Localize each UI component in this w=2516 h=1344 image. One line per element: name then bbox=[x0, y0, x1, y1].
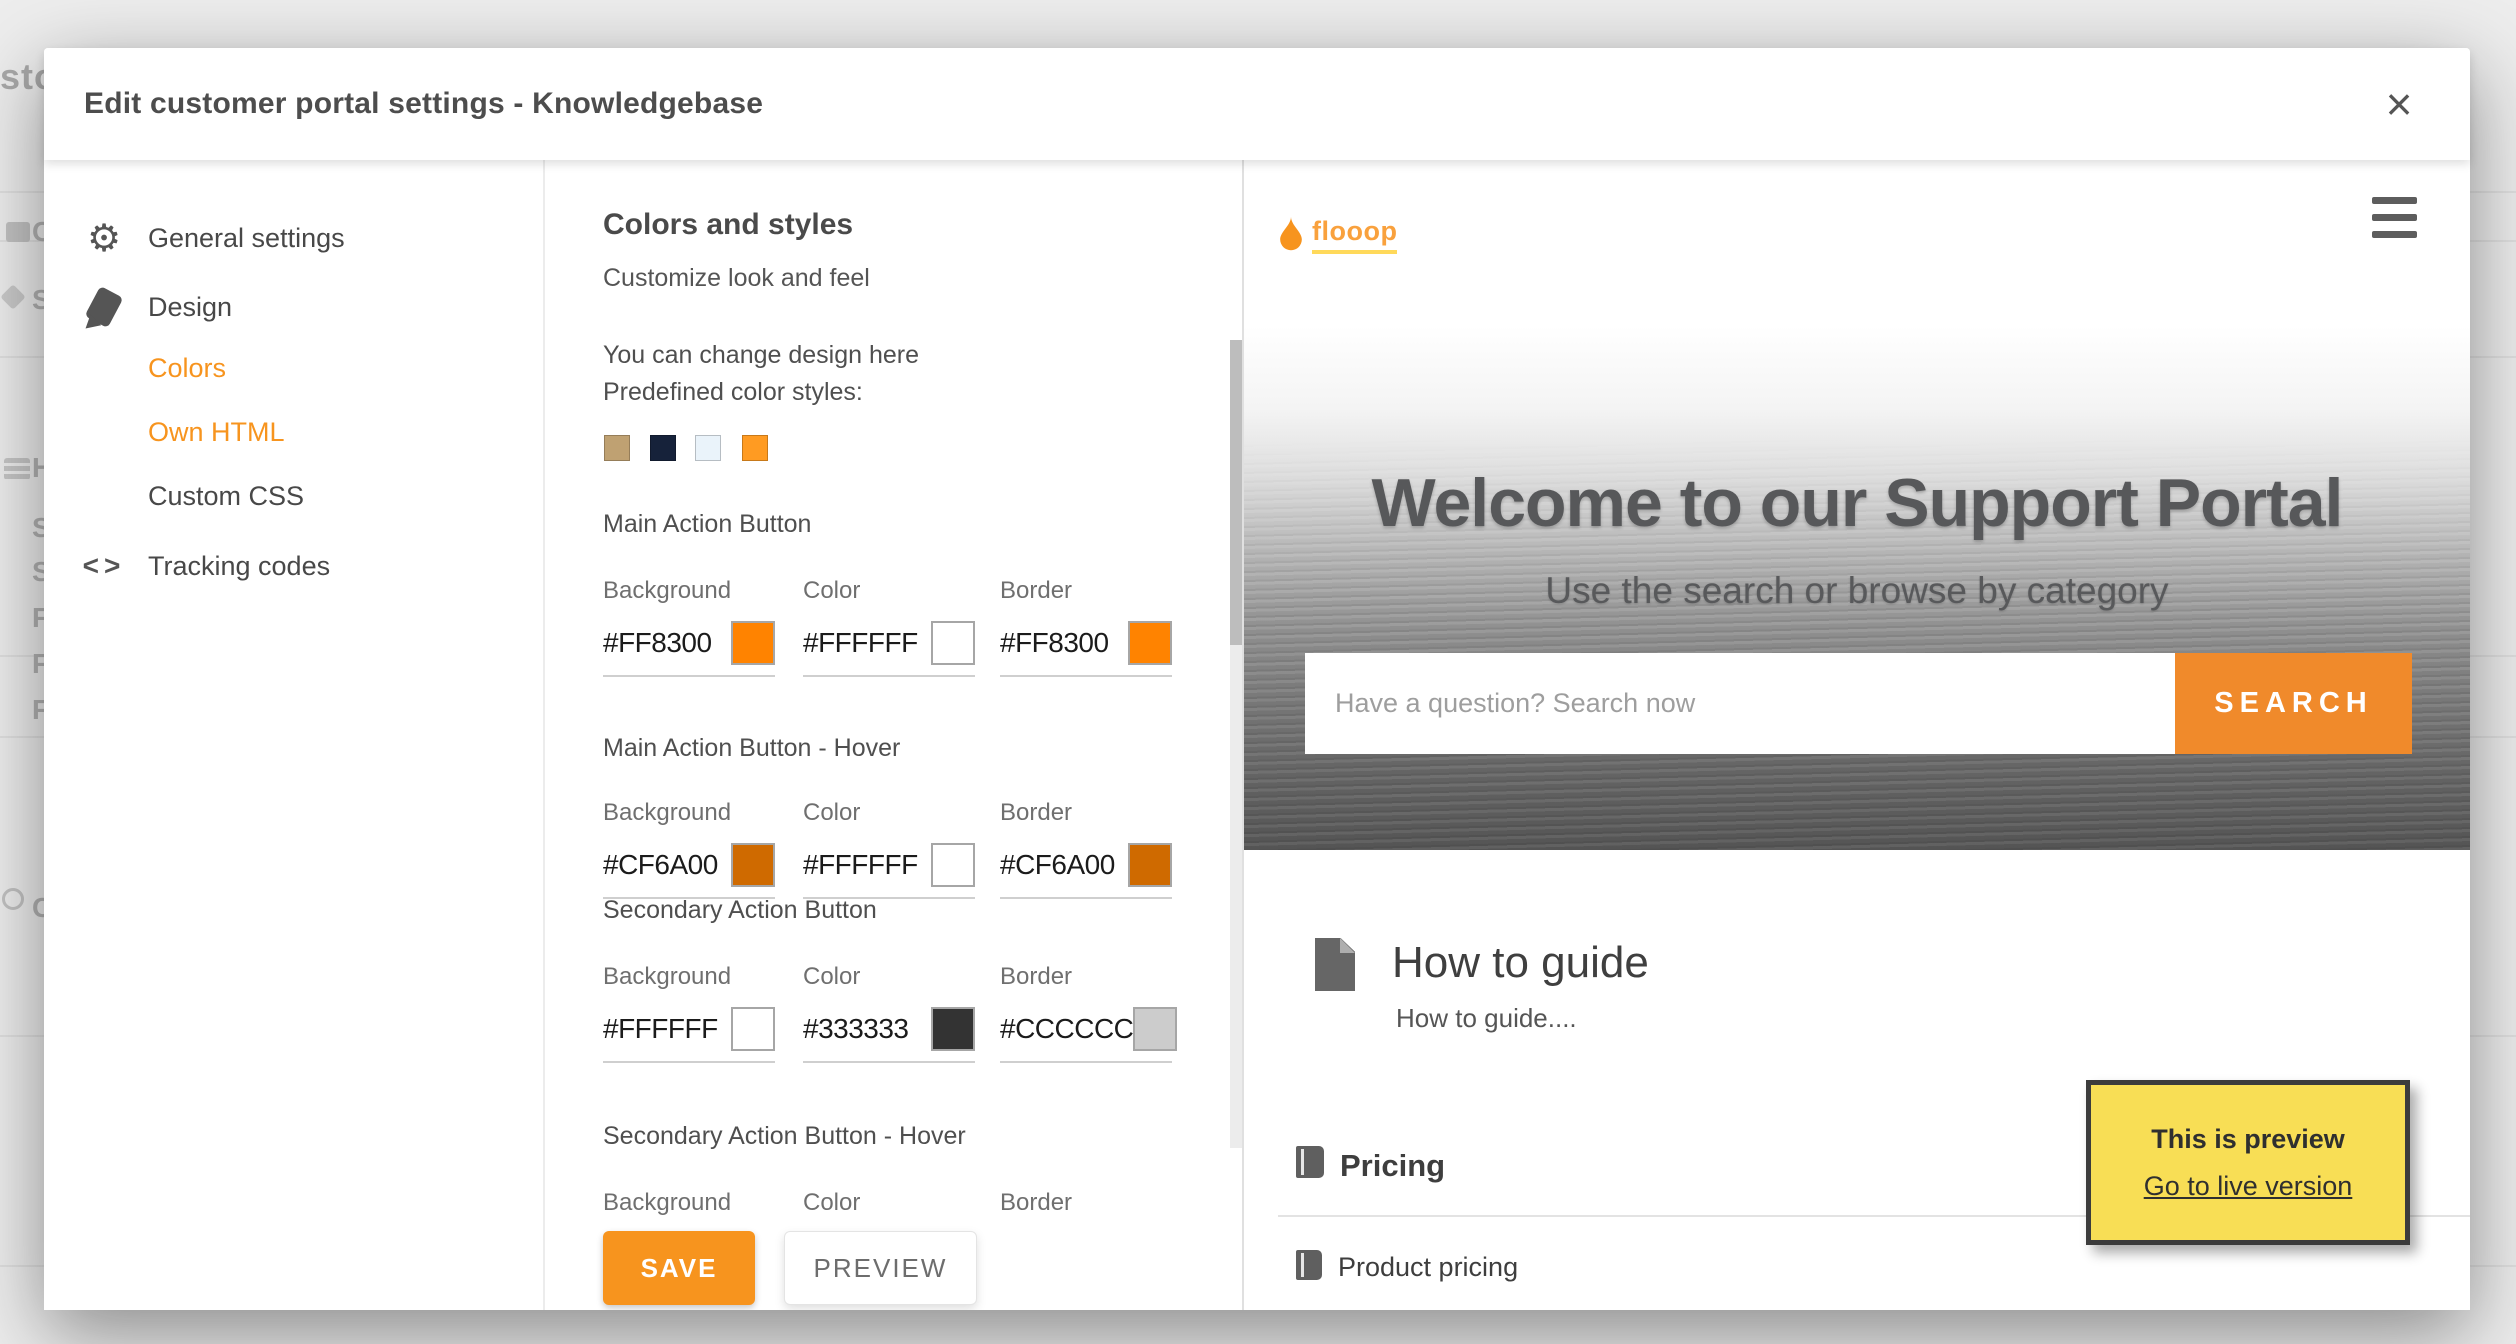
color-field-border[interactable]: Border #CCCCCC bbox=[1000, 963, 1178, 1063]
color-swatch[interactable] bbox=[731, 1006, 775, 1051]
section-title: Main Action Button - Hover bbox=[603, 734, 901, 762]
hex-value-input[interactable]: #FF8300 bbox=[603, 627, 712, 659]
section-title: Secondary Action Button - Hover bbox=[603, 1122, 966, 1150]
go-to-live-version-link[interactable]: Go to live version bbox=[2144, 1171, 2353, 1202]
color-swatch[interactable] bbox=[931, 620, 975, 665]
sidebar-item-design[interactable]: Design bbox=[44, 281, 543, 333]
section-title: Main Action Button bbox=[603, 510, 812, 538]
book-icon bbox=[1296, 1146, 1324, 1178]
sidebar-item-colors[interactable]: Colors bbox=[44, 342, 543, 394]
search-bar: SEARCH bbox=[1305, 653, 2412, 754]
close-icon[interactable]: × bbox=[2364, 48, 2434, 160]
hex-value-input[interactable]: #CCCCCC bbox=[1000, 1013, 1134, 1045]
search-button[interactable]: SEARCH bbox=[2175, 653, 2412, 754]
color-swatch[interactable] bbox=[1133, 1006, 1178, 1051]
hex-value-input[interactable]: #FF8300 bbox=[1000, 627, 1109, 659]
preview-note-title: This is preview bbox=[2151, 1123, 2345, 1154]
color-swatch[interactable] bbox=[731, 842, 775, 887]
dialog-title: Edit customer portal settings - Knowledg… bbox=[84, 87, 764, 120]
search-input[interactable] bbox=[1305, 653, 2175, 754]
hex-value-input[interactable]: #FFFFFF bbox=[803, 627, 918, 659]
category-pricing[interactable]: Pricing bbox=[1340, 1148, 1445, 1184]
predefined-style-swatch[interactable] bbox=[650, 435, 676, 461]
screen: stor C S H S S F F F C Edit customer por… bbox=[0, 0, 2516, 1344]
color-field-color[interactable]: Color #333333 bbox=[803, 963, 975, 1063]
backdrop-icon bbox=[4, 458, 30, 480]
hero-subtitle: Use the search or browse by category bbox=[1545, 570, 2169, 611]
code-icon: <> bbox=[82, 550, 126, 581]
hex-value-input[interactable]: #CF6A00 bbox=[603, 849, 718, 881]
sidebar-item-label: Own HTML bbox=[148, 416, 285, 447]
sidebar-item-label: Colors bbox=[148, 352, 227, 383]
droplet-icon bbox=[1280, 216, 1302, 251]
hex-value-input[interactable]: #FFFFFF bbox=[803, 849, 918, 881]
menu-icon[interactable] bbox=[2372, 197, 2417, 248]
document-icon bbox=[1315, 938, 1355, 991]
color-field-background[interactable]: Background #FF8300 bbox=[603, 577, 775, 677]
article-excerpt: How to guide.... bbox=[1396, 1003, 1577, 1033]
sidebar-item-custom-css[interactable]: Custom CSS bbox=[44, 470, 543, 522]
panel-title: Colors and styles bbox=[603, 208, 854, 241]
settings-nav-sidebar: ⚙ General settings Design Colors Own HTM… bbox=[44, 160, 545, 1310]
sidebar-item-own-html[interactable]: Own HTML bbox=[44, 406, 543, 458]
hex-value-input[interactable]: #333333 bbox=[803, 1013, 909, 1045]
category-product-pricing[interactable]: Product pricing bbox=[1338, 1252, 1518, 1283]
backdrop-icon bbox=[6, 222, 30, 242]
design-icon bbox=[82, 285, 126, 329]
preview-button[interactable]: PREVIEW bbox=[784, 1231, 977, 1305]
color-field-color[interactable]: Color #FFFFFF bbox=[803, 577, 975, 677]
settings-scrollbar-track[interactable] bbox=[1230, 340, 1242, 1148]
color-field-background[interactable]: Background #CF6A00 bbox=[603, 799, 775, 899]
sidebar-item-label: General settings bbox=[148, 222, 345, 253]
predefined-style-swatch[interactable] bbox=[695, 435, 721, 461]
section-title: Secondary Action Button bbox=[603, 896, 877, 924]
article-title[interactable]: How to guide bbox=[1392, 938, 1649, 988]
color-swatch[interactable] bbox=[1128, 842, 1172, 887]
preview-mode-note: This is preview Go to live version bbox=[2086, 1080, 2410, 1245]
panel-hint: You can change design here bbox=[603, 341, 920, 369]
panel-hint: Predefined color styles: bbox=[603, 378, 863, 406]
dialog-titlebar: Edit customer portal settings - Knowledg… bbox=[44, 48, 2470, 160]
color-swatch[interactable] bbox=[731, 620, 775, 665]
sidebar-item-general-settings[interactable]: ⚙ General settings bbox=[44, 212, 543, 264]
color-field-background[interactable]: Background #FFFFFF bbox=[603, 963, 775, 1063]
color-field-color[interactable]: Color #FFFFFF bbox=[803, 799, 975, 899]
edit-portal-settings-dialog: Edit customer portal settings - Knowledg… bbox=[44, 48, 2470, 1310]
portal-logo-text: flooop bbox=[1312, 216, 1398, 254]
backdrop-icon bbox=[0, 284, 26, 310]
sidebar-item-tracking-codes[interactable]: <> Tracking codes bbox=[44, 540, 543, 592]
settings-scrollbar-thumb[interactable] bbox=[1230, 340, 1242, 645]
settings-footer: SAVE PREVIEW bbox=[545, 1225, 1241, 1310]
hex-value-input[interactable]: #CF6A00 bbox=[1000, 849, 1115, 881]
color-swatch[interactable] bbox=[931, 1006, 975, 1051]
backdrop-icon bbox=[2, 888, 24, 910]
color-swatch[interactable] bbox=[1128, 620, 1172, 665]
sidebar-item-label: Custom CSS bbox=[148, 480, 305, 511]
predefined-style-swatch[interactable] bbox=[604, 435, 630, 461]
hero-title: Welcome to our Support Portal bbox=[1371, 465, 2344, 541]
colors-settings-panel: Colors and styles Customize look and fee… bbox=[545, 160, 1244, 1310]
panel-subtitle: Customize look and feel bbox=[603, 264, 870, 292]
sidebar-item-label: Design bbox=[148, 291, 233, 322]
portal-logo[interactable]: flooop bbox=[1278, 216, 1398, 254]
color-field-border[interactable]: Border #FF8300 bbox=[1000, 577, 1172, 677]
color-field-border[interactable]: Border #CF6A00 bbox=[1000, 799, 1172, 899]
predefined-style-swatch[interactable] bbox=[742, 435, 768, 461]
hex-value-input[interactable]: #FFFFFF bbox=[603, 1013, 718, 1045]
color-swatch[interactable] bbox=[931, 842, 975, 887]
save-button[interactable]: SAVE bbox=[603, 1231, 755, 1305]
gear-icon: ⚙ bbox=[86, 216, 122, 260]
book-icon bbox=[1296, 1250, 1322, 1280]
sidebar-item-label: Tracking codes bbox=[148, 550, 331, 581]
portal-live-preview: flooop Welcome to our Support Portal Use… bbox=[1244, 160, 2470, 1310]
